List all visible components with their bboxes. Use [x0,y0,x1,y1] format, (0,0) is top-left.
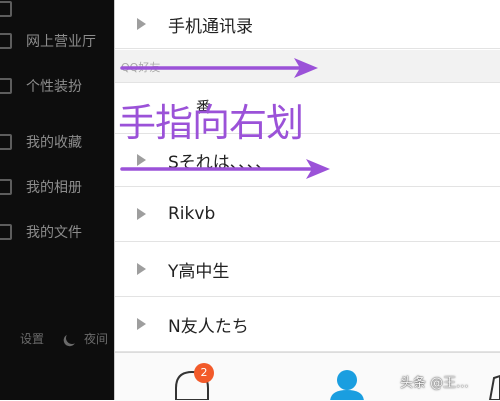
watermark: 头条 @王... [400,376,469,391]
contacts-tab-icon[interactable] [330,370,364,400]
swipe-arrow-bottom [120,159,330,179]
unread-badge: 2 [194,363,214,383]
overlay-graphics [120,58,500,400]
star-tab-icon[interactable] [488,374,500,400]
swipe-arrow-top [120,58,318,78]
